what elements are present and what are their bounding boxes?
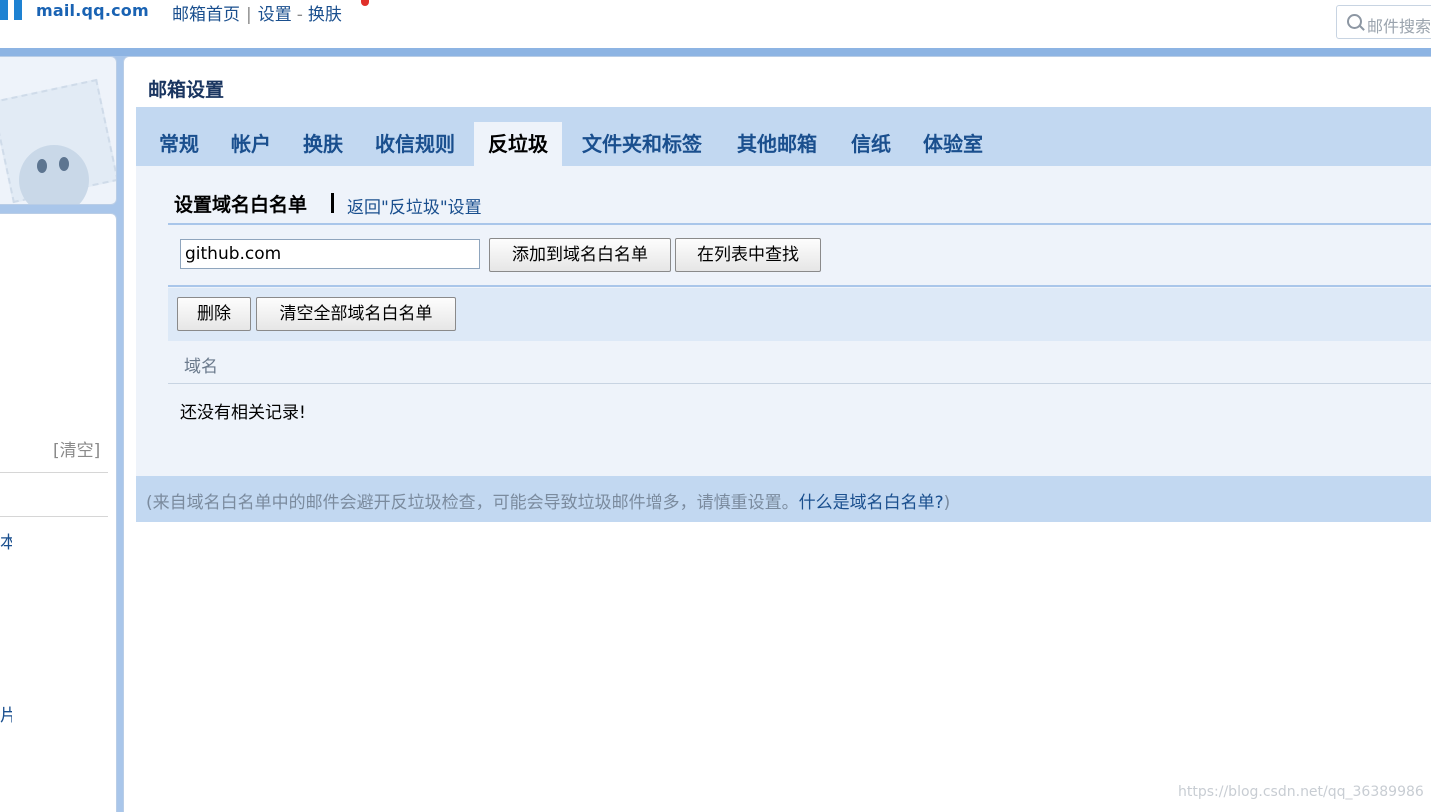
logo-icon xyxy=(0,0,26,20)
tab-mail-rules[interactable]: 收信规则 xyxy=(375,122,455,166)
sidebar-item-partial[interactable]: 本 xyxy=(0,528,12,553)
sidebar-item-partial[interactable]: 片 xyxy=(0,701,12,726)
tab-account[interactable]: 帐户 xyxy=(231,122,271,166)
section-divider xyxy=(168,223,1431,225)
watermark-text: https://blog.csdn.net/qq_36389986 xyxy=(1178,784,1424,800)
search-placeholder: 邮件搜索 xyxy=(1367,17,1431,36)
nav-skin-link[interactable]: 换肤 xyxy=(308,5,342,25)
search-icon xyxy=(1347,14,1362,29)
section-divider xyxy=(168,285,1431,287)
sidebar-divider xyxy=(0,472,108,473)
tab-stationery[interactable]: 信纸 xyxy=(851,122,891,166)
empty-list-message: 还没有相关记录! xyxy=(180,403,306,423)
column-header-domain: 域名 xyxy=(184,357,218,377)
tab-skin[interactable]: 换肤 xyxy=(303,122,343,166)
page-title: 邮箱设置 xyxy=(148,79,225,101)
top-bar: mail.qq.com 邮箱首页 | 设置 - 换肤 邮件搜索 xyxy=(0,0,1431,48)
add-to-whitelist-button[interactable]: 添加到域名白名单 xyxy=(489,238,671,272)
footer-note-text: (来自域名白名单中的邮件会避开反垃圾检查，可能会导致垃圾邮件增多，请慎重设置。 xyxy=(146,493,799,513)
domain-input[interactable] xyxy=(180,239,480,269)
nav-settings-link[interactable]: 设置 xyxy=(258,5,292,25)
logo-text: mail.qq.com xyxy=(36,1,149,20)
top-nav: 邮箱首页 | 设置 - 换肤 xyxy=(172,0,342,25)
frame-strip xyxy=(0,48,1431,56)
sidebar-clear-link[interactable]: [清空] xyxy=(53,436,100,461)
tab-folders-labels[interactable]: 文件夹和标签 xyxy=(582,122,702,166)
title-divider xyxy=(331,193,334,213)
tab-other-mailboxes[interactable]: 其他邮箱 xyxy=(737,122,817,166)
page: mail.qq.com 邮箱首页 | 设置 - 换肤 邮件搜索 [清空] 本 片 邮箱设… xyxy=(0,0,1431,812)
tab-general[interactable]: 常规 xyxy=(159,122,199,166)
delete-button[interactable]: 删除 xyxy=(177,297,251,331)
mail-search-input[interactable]: 邮件搜索 xyxy=(1336,5,1431,39)
section-title: 设置域名白名单 xyxy=(174,194,308,216)
nav-separator: | xyxy=(246,5,252,25)
footer-note: (来自域名白名单中的邮件会避开反垃圾检查，可能会导致垃圾邮件增多，请慎重设置。什… xyxy=(146,488,950,513)
sidebar-divider xyxy=(0,516,108,517)
what-is-whitelist-link[interactable]: 什么是域名白名单? xyxy=(799,493,944,513)
tab-anti-spam[interactable]: 反垃圾 xyxy=(474,122,562,166)
sidebar-panel xyxy=(0,213,117,812)
clear-all-whitelist-button[interactable]: 清空全部域名白名单 xyxy=(256,297,456,331)
table-divider xyxy=(168,383,1431,384)
new-badge-dot xyxy=(361,0,369,6)
nav-mail-home-link[interactable]: 邮箱首页 xyxy=(172,5,240,25)
tab-labs[interactable]: 体验室 xyxy=(923,122,983,166)
sidebar-decoration-card xyxy=(0,56,117,205)
back-to-antispam-link[interactable]: 返回"反垃圾"设置 xyxy=(347,193,482,218)
footer-note-close: ) xyxy=(943,493,951,513)
find-in-list-button[interactable]: 在列表中查找 xyxy=(675,238,821,272)
nav-dash: - xyxy=(296,5,303,25)
